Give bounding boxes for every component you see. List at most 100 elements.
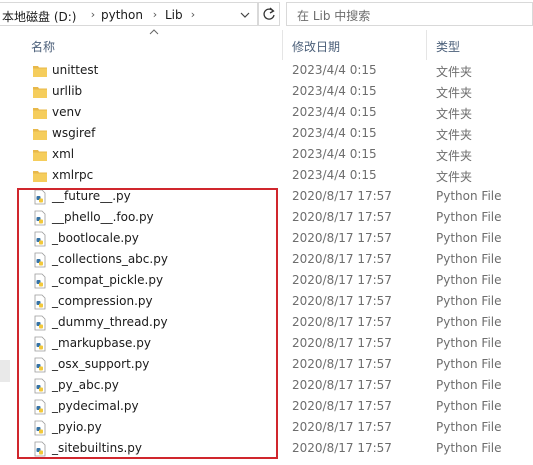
file-date: 2020/8/17 17:57 bbox=[292, 441, 392, 455]
file-date: 2020/8/17 17:57 bbox=[292, 189, 392, 203]
list-item[interactable]: _pyio.py 2020/8/17 17:57 Python File bbox=[0, 417, 533, 438]
file-name: urllib bbox=[52, 84, 83, 98]
file-type: Python File bbox=[436, 399, 502, 413]
file-type: Python File bbox=[436, 336, 502, 350]
list-item[interactable]: wsgiref 2023/4/4 0:15 文件夹 bbox=[0, 123, 533, 144]
python-file-icon bbox=[34, 210, 46, 226]
column-date-modified[interactable]: 修改日期 bbox=[292, 38, 340, 55]
file-type: Python File bbox=[436, 273, 502, 287]
search-placeholder: 在 Lib 中搜索 bbox=[297, 9, 371, 23]
file-type: 文件夹 bbox=[436, 170, 473, 184]
list-item[interactable]: _pydecimal.py 2020/8/17 17:57 Python Fil… bbox=[0, 396, 533, 417]
file-name: _collections_abc.py bbox=[52, 252, 168, 266]
file-type: Python File bbox=[436, 420, 502, 434]
python-file-icon bbox=[34, 294, 46, 310]
file-list: unittest 2023/4/4 0:15 文件夹 urllib 2023/4… bbox=[0, 60, 533, 465]
address-bar: 本地磁盘 (D:) › python › Lib › 在 Lib 中搜索 bbox=[0, 0, 533, 28]
list-item[interactable]: venv 2023/4/4 0:15 文件夹 bbox=[0, 102, 533, 123]
chevron-down-icon[interactable] bbox=[238, 7, 252, 23]
file-name: venv bbox=[52, 105, 82, 119]
breadcrumb-drive[interactable]: 本地磁盘 (D:) bbox=[2, 8, 76, 25]
column-type[interactable]: 类型 bbox=[436, 38, 460, 55]
column-name[interactable]: 名称 bbox=[31, 38, 55, 55]
file-type: 文件夹 bbox=[436, 149, 473, 163]
file-type: Python File bbox=[436, 378, 502, 392]
file-name: __future__.py bbox=[52, 189, 131, 203]
file-name: unittest bbox=[52, 63, 99, 77]
breadcrumb-separator-icon[interactable]: › bbox=[150, 8, 160, 22]
list-item[interactable]: __future__.py 2020/8/17 17:57 Python Fil… bbox=[0, 186, 533, 207]
file-type: Python File bbox=[436, 315, 502, 329]
refresh-icon bbox=[263, 7, 275, 20]
folder-icon bbox=[33, 171, 47, 182]
file-name: _bootlocale.py bbox=[52, 231, 139, 245]
file-date: 2020/8/17 17:57 bbox=[292, 336, 392, 350]
list-item[interactable]: xmlrpc 2023/4/4 0:15 文件夹 bbox=[0, 165, 533, 186]
list-item[interactable]: _sitebuiltins.py 2020/8/17 17:57 Python … bbox=[0, 438, 533, 459]
file-date: 2020/8/17 17:57 bbox=[292, 315, 392, 329]
file-date: 2023/4/4 0:15 bbox=[292, 168, 377, 182]
list-item[interactable]: _osx_support.py 2020/8/17 17:57 Python F… bbox=[0, 354, 533, 375]
file-name: __phello__.foo.py bbox=[52, 210, 154, 224]
python-file-icon bbox=[34, 336, 46, 352]
python-file-icon bbox=[34, 378, 46, 394]
file-type: Python File bbox=[436, 294, 502, 308]
python-file-icon bbox=[34, 420, 46, 436]
file-name: _pyio.py bbox=[52, 420, 102, 434]
list-item[interactable]: _compat_pickle.py 2020/8/17 17:57 Python… bbox=[0, 270, 533, 291]
file-date: 2020/8/17 17:57 bbox=[292, 231, 392, 245]
breadcrumb-separator-icon[interactable]: › bbox=[88, 8, 98, 22]
list-item[interactable]: _compression.py 2020/8/17 17:57 Python F… bbox=[0, 291, 533, 312]
list-item[interactable]: _markupbase.py 2020/8/17 17:57 Python Fi… bbox=[0, 333, 533, 354]
file-name: wsgiref bbox=[52, 126, 96, 140]
list-item[interactable]: _dummy_thread.py 2020/8/17 17:57 Python … bbox=[0, 312, 533, 333]
sort-ascending-icon bbox=[149, 29, 159, 35]
python-file-icon bbox=[34, 252, 46, 268]
file-type: 文件夹 bbox=[436, 86, 473, 100]
breadcrumb-lib[interactable]: Lib bbox=[165, 8, 183, 22]
file-date: 2023/4/4 0:15 bbox=[292, 126, 377, 140]
list-item[interactable]: unittest 2023/4/4 0:15 文件夹 bbox=[0, 60, 533, 81]
list-item[interactable]: _collections_abc.py 2020/8/17 17:57 Pyth… bbox=[0, 249, 533, 270]
file-date: 2023/4/4 0:15 bbox=[292, 147, 377, 161]
file-type: Python File bbox=[436, 441, 502, 455]
breadcrumb[interactable]: 本地磁盘 (D:) › python › Lib › bbox=[0, 2, 258, 26]
breadcrumb-separator-icon[interactable]: › bbox=[188, 8, 198, 22]
file-type: 文件夹 bbox=[436, 65, 473, 79]
file-name: xml bbox=[52, 147, 75, 161]
file-date: 2020/8/17 17:57 bbox=[292, 252, 392, 266]
file-date: 2020/8/17 17:57 bbox=[292, 378, 392, 392]
file-name: _pydecimal.py bbox=[52, 399, 139, 413]
breadcrumb-python[interactable]: python bbox=[101, 8, 143, 22]
folder-icon bbox=[33, 108, 47, 119]
python-file-icon bbox=[34, 441, 46, 457]
file-type: Python File bbox=[436, 189, 502, 203]
list-item[interactable]: __phello__.foo.py 2020/8/17 17:57 Python… bbox=[0, 207, 533, 228]
file-date: 2020/8/17 17:57 bbox=[292, 399, 392, 413]
file-name: _osx_support.py bbox=[52, 357, 150, 371]
python-file-icon bbox=[34, 231, 46, 247]
column-header: 名称 修改日期 类型 bbox=[0, 29, 533, 60]
file-name: _py_abc.py bbox=[52, 378, 119, 392]
file-name: _sitebuiltins.py bbox=[52, 441, 142, 455]
column-divider[interactable] bbox=[426, 30, 427, 60]
refresh-button[interactable] bbox=[258, 2, 280, 26]
list-item[interactable]: _py_abc.py 2020/8/17 17:57 Python File bbox=[0, 375, 533, 396]
python-file-icon bbox=[34, 357, 46, 373]
file-name: _dummy_thread.py bbox=[52, 315, 168, 329]
file-date: 2020/8/17 17:57 bbox=[292, 210, 392, 224]
file-date: 2020/8/17 17:57 bbox=[292, 357, 392, 371]
list-item[interactable]: _bootlocale.py 2020/8/17 17:57 Python Fi… bbox=[0, 228, 533, 249]
file-date: 2020/8/17 17:57 bbox=[292, 420, 392, 434]
file-type: 文件夹 bbox=[436, 128, 473, 142]
list-item[interactable]: xml 2023/4/4 0:15 文件夹 bbox=[0, 144, 533, 165]
scrollbar-nub[interactable] bbox=[0, 360, 10, 382]
file-date: 2020/8/17 17:57 bbox=[292, 294, 392, 308]
folder-icon bbox=[33, 66, 47, 77]
file-type: Python File bbox=[436, 231, 502, 245]
search-input[interactable]: 在 Lib 中搜索 bbox=[286, 2, 533, 26]
list-item[interactable]: urllib 2023/4/4 0:15 文件夹 bbox=[0, 81, 533, 102]
python-file-icon bbox=[34, 273, 46, 289]
column-divider[interactable] bbox=[282, 30, 283, 60]
folder-icon bbox=[33, 150, 47, 161]
